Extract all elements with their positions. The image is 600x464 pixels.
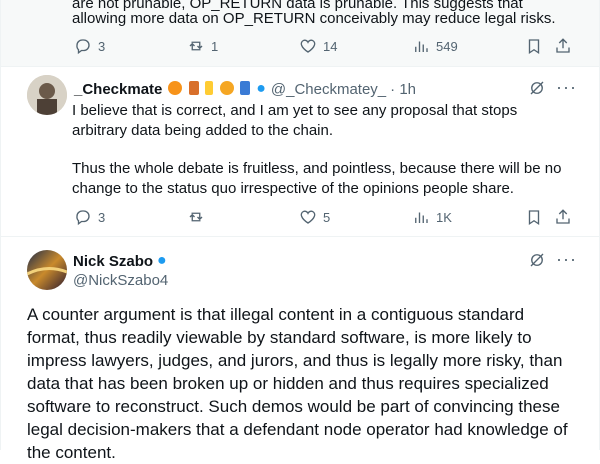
like-button[interactable]: 14 [299,37,337,55]
reply-count: 3 [98,38,106,54]
verified-badge-icon: ● [157,252,167,269]
key-emoji-icon [188,81,199,95]
timestamp[interactable]: · 1h [390,81,416,98]
share-icon [556,209,570,224]
reply-button[interactable]: 3 [74,208,105,226]
profile-emojis [168,80,252,98]
share-button[interactable] [554,208,572,226]
bitcoin-emoji-icon [168,81,183,95]
reply-icon [76,210,90,226]
like-count: 5 [323,209,331,225]
tweet-text-line: the content. [27,443,116,462]
main-tweet: Nick Szabo ● @NickSzabo4 ··· A counter a… [0,237,600,462]
avatar[interactable] [27,250,67,290]
heart-icon [300,210,316,224]
bookmark-icon [528,39,540,55]
grok-button[interactable] [528,79,546,102]
heart-icon [300,39,316,53]
reply-text-line: arbitrary data being added to the chain. [72,122,334,139]
user-handle[interactable]: @_Checkmatey_ [271,81,386,98]
view-count: 1K [436,209,452,225]
verified-badge-icon: ● [256,80,266,97]
user-handle[interactable]: @NickSzabo4 [73,272,168,289]
reply-text-line: Thus the whole debate is fruitless, and … [72,160,562,177]
more-options-icon[interactable]: ··· [556,77,577,98]
views-button[interactable]: 549 [412,37,458,55]
view-count: 549 [436,38,458,54]
lightning-emoji-icon [205,81,214,95]
tweet-text-line: A counter argument is that illegal conte… [27,305,525,324]
repost-icon [189,212,203,222]
reply-text-line: I believe that is correct, and I am yet … [72,102,518,119]
more-options-icon[interactable]: ··· [556,249,577,270]
views-icon [415,41,428,52]
like-button[interactable]: 5 [299,208,330,226]
tweet-text-line: allowing more data on OP_RETURN conceiva… [72,10,556,27]
share-icon [556,38,570,53]
bookmark-button[interactable] [525,37,543,55]
grok-button[interactable] [528,251,546,274]
tweet-text-line: format, thus readily viewable by standar… [27,328,532,347]
repost-button[interactable]: 1 [187,37,218,55]
tweet-text-line: impress lawyers, judges, and jurors, and… [27,351,563,370]
avatar[interactable] [27,75,67,115]
display-name[interactable]: Nick Szabo [73,253,153,270]
views-icon [415,212,428,223]
tweet-text-line: legal decision-makers that a defendant n… [27,420,568,439]
repost-button[interactable] [187,208,211,226]
repost-count: 1 [211,38,219,54]
previous-tweet[interactable]: are not prunable, OP_RETURN data is prun… [0,0,600,66]
column-border-left [0,0,1,450]
grok-icon [530,253,544,267]
views-button[interactable]: 1K [412,208,452,226]
tweet-text-line: data that has been broken up or hidden a… [27,374,549,393]
reply-button[interactable]: 3 [74,37,105,55]
display-name[interactable]: _Checkmate [74,81,162,98]
tweet-actions: 3 1 14 549 [72,37,572,57]
reply-tweet[interactable]: _Checkmate ● @_Checkmatey_ · 1h ··· I be… [0,67,600,237]
grok-icon [530,81,544,95]
share-button[interactable] [554,37,572,55]
reply-count: 3 [98,209,106,225]
reply-header: _Checkmate ● @_Checkmatey_ · 1h [74,80,416,98]
tweet-actions: 3 5 1K [72,208,572,228]
reply-icon [76,39,90,55]
like-count: 14 [323,38,338,54]
reply-text-line: change to the status quo irrespective of… [72,180,514,197]
main-header: Nick Szabo ● [73,252,167,270]
bookmark-icon [528,210,540,226]
repost-icon [189,41,203,51]
book-emoji-icon [240,81,251,95]
radioactive-emoji-icon [219,81,234,95]
bookmark-button[interactable] [525,208,543,226]
tweet-text-line: software to reconstruct. Such demos woul… [27,397,560,416]
